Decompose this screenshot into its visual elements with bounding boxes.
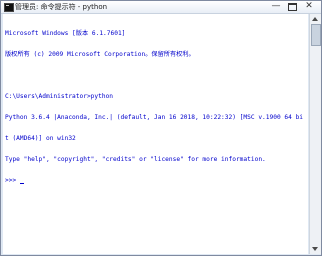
close-button[interactable]: ✕ — [301, 2, 317, 11]
vertical-scrollbar[interactable] — [309, 14, 321, 254]
maximize-button[interactable] — [285, 2, 299, 11]
console-line: Microsoft Windows [版本 6.1.7601] — [5, 30, 126, 37]
scroll-thumb[interactable] — [311, 24, 321, 46]
text-cursor — [19, 183, 24, 184]
console-line: Type "help", "copyright", "credits" or "… — [5, 156, 266, 163]
console-output: Microsoft Windows [版本 6.1.7601] 版权所有 (c)… — [5, 16, 307, 198]
minimize-button[interactable]: — — [269, 2, 283, 11]
python-prompt: >>> — [5, 177, 20, 184]
console-line: t (AMD64)] on win32 — [5, 135, 76, 142]
console-area[interactable]: Microsoft Windows [版本 6.1.7601] 版权所有 (c)… — [3, 14, 308, 254]
maximize-icon — [287, 3, 297, 11]
title-bar[interactable]: 管理员: 命令提示符 - python — ✕ — [1, 1, 321, 14]
prompt-line[interactable]: >>> — [5, 177, 307, 184]
console-line: Python 3.6.4 |Anaconda, Inc.| (default, … — [5, 114, 304, 121]
scroll-down-icon[interactable] — [312, 247, 318, 251]
console-window: 管理员: 命令提示符 - python — ✕ Microsoft Window… — [0, 0, 322, 256]
cmd-app-icon — [4, 3, 14, 12]
console-line: C:\Users\Administrator>python — [5, 93, 114, 100]
window-title: 管理员: 命令提示符 - python — [15, 3, 108, 11]
console-line: 版权所有 (c) 2009 Microsoft Corporation。保留所有… — [5, 51, 195, 58]
scroll-up-icon[interactable] — [312, 17, 318, 21]
